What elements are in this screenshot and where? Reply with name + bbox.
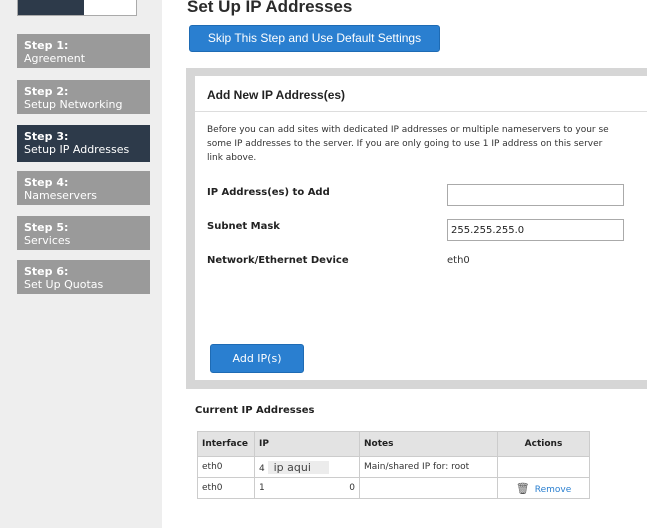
sidebar-step-set-up-quotas[interactable]: Step 6: Set Up Quotas [17,260,150,294]
cell-ip: 4 ip aqui [254,456,360,478]
add-ip-button[interactable]: Add IP(s) [210,344,304,373]
step-number: Step 4 [24,176,64,189]
table-row: eth0 1 0 🗑 Remove [197,477,590,499]
page-title: Set Up IP Addresses [187,0,353,16]
device-value: eth0 [447,255,470,266]
subnet-mask-input[interactable] [447,219,624,241]
ip-prefix: 4 [259,463,265,474]
cell-actions: 🗑 Remove [497,477,590,499]
trash-icon[interactable]: 🗑 [516,482,530,495]
step-number: Step 1 [24,39,64,52]
col-actions: Actions [497,431,590,457]
current-ip-title: Current IP Addresses [195,405,315,416]
sidebar: Step 1: Agreement Step 2: Setup Networki… [0,0,162,528]
ip-suffix: 0 [349,483,355,493]
cell-interface: eth0 [197,477,255,499]
table-row: eth0 4 ip aqui Main/shared IP for: root [197,456,590,478]
sidebar-step-nameservers[interactable]: Step 4: Nameservers [17,171,150,205]
skip-step-button[interactable]: Skip This Step and Use Default Settings [189,25,440,52]
add-ip-panel: Add New IP Address(es) Before you can ad… [195,76,647,380]
step-label: Set Up Quotas [24,278,104,291]
table-header-row: Interface IP Notes Actions [197,431,590,457]
step-number: Step 5 [24,221,64,234]
col-ip: IP [254,431,360,457]
step-label: Setup IP Addresses [24,143,130,156]
sidebar-step-setup-ip-addresses[interactable]: Step 3: Setup IP Addresses [17,125,150,162]
sidebar-step-services[interactable]: Step 5: Services [17,216,150,250]
panel-description: Before you can add sites with dedicated … [207,123,647,165]
device-label: Network/Ethernet Device [207,255,349,266]
col-interface: Interface [197,431,255,457]
sidebar-step-setup-networking[interactable]: Step 2: Setup Networking [17,80,150,114]
remove-link[interactable]: Remove [535,485,572,495]
main-content: Set Up IP Addresses Skip This Step and U… [162,0,647,528]
ip-table: Interface IP Notes Actions eth0 4 ip aqu… [197,431,590,499]
cell-actions [497,456,590,478]
step-label: Agreement [24,52,86,65]
cell-notes [359,477,498,499]
col-notes: Notes [359,431,498,457]
cell-ip: 1 0 [254,477,360,499]
step-label: Services [24,234,71,247]
cell-notes: Main/shared IP for: root [359,456,498,478]
sidebar-step-agreement[interactable]: Step 1: Agreement [17,34,150,68]
add-ip-panel-frame: Add New IP Address(es) Before you can ad… [186,68,647,389]
step-label: Setup Networking [24,98,123,111]
subnet-mask-label: Subnet Mask [207,221,280,232]
step-number: Step 2 [24,85,64,98]
cell-interface: eth0 [197,456,255,478]
description-line: some IP addresses to the server. If you … [207,139,603,149]
ip-address-input[interactable] [447,184,624,206]
description-line: Before you can add sites with dedicated … [207,125,609,135]
description-line: link above. [207,153,257,163]
logo [17,0,137,16]
ip-redacted: ip aqui [267,460,329,474]
step-number: Step 6 [24,265,64,278]
step-number: Step 3 [24,130,64,143]
ip-address-label: IP Address(es) to Add [207,187,330,198]
ip-prefix: 1 [259,483,265,493]
step-label: Nameservers [24,189,98,202]
panel-title: Add New IP Address(es) [207,88,346,102]
divider [195,111,647,112]
